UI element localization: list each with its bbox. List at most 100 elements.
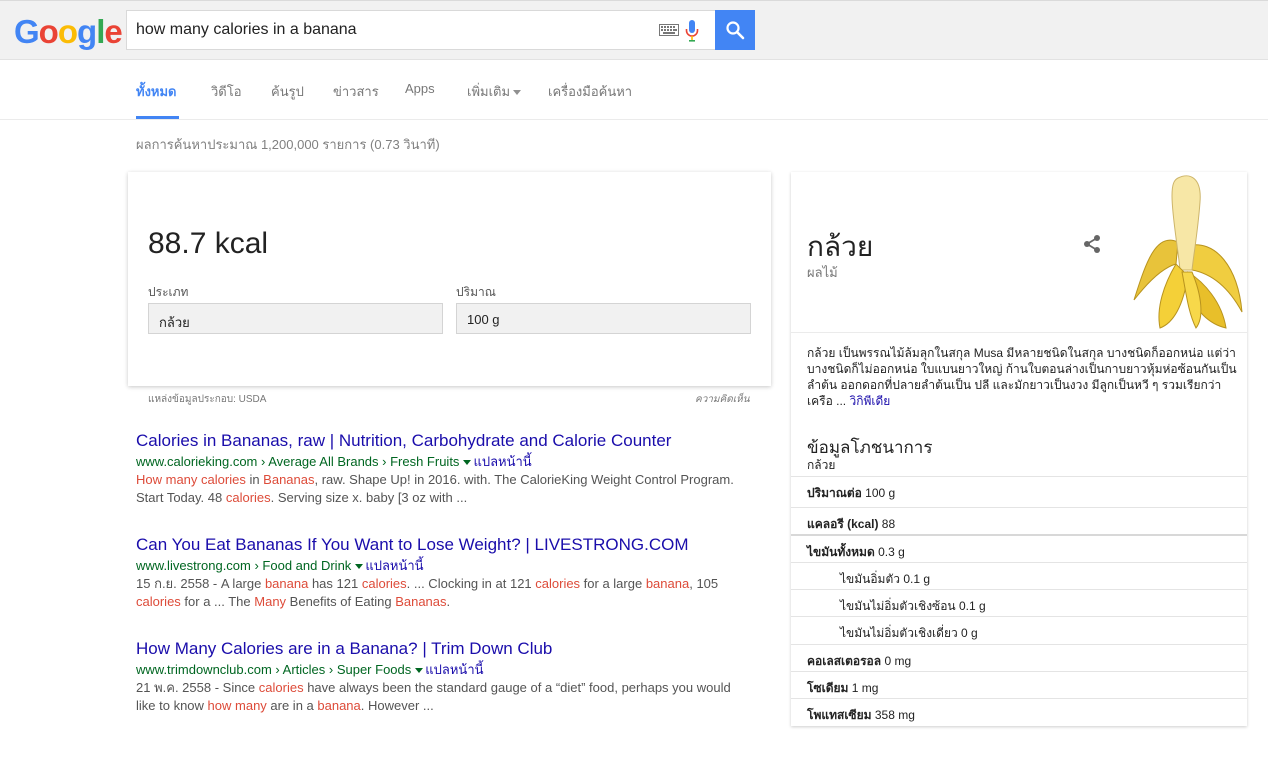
logo-letter: G: [14, 13, 40, 50]
snippet-highlight: calories: [535, 576, 581, 591]
snippet-text: has 121: [308, 576, 362, 591]
tab-more-label: เพิ่มเติม: [467, 84, 511, 99]
nutrition-label: ปริมาณต่อ: [807, 486, 862, 500]
amount-label: ปริมาณ: [456, 285, 496, 299]
snippet-highlight: how many: [207, 698, 267, 713]
knowledge-panel: กล้วย ผลไม้ กล้วย เป็นพรรณไม้ล้มลุกในสกุ…: [791, 172, 1247, 726]
nutrition-row: แคลอรี (kcal) 88: [791, 507, 1247, 534]
amount-input[interactable]: 100 g: [456, 303, 751, 334]
result-url-text: www.calorieking.com › Average All Brands…: [136, 454, 460, 469]
nutrition-label: โพแทสเซียม: [807, 708, 872, 722]
type-select[interactable]: กล้วย: [148, 303, 443, 334]
nutrition-value: 100 g: [861, 486, 896, 500]
snippet-highlight: calories: [136, 594, 181, 609]
caret-down-icon: [513, 90, 522, 96]
google-logo[interactable]: Google: [14, 13, 123, 51]
search-icon: [726, 21, 745, 40]
search-result: Calories in Bananas, raw | Nutrition, Ca…: [136, 431, 746, 507]
caret-down-icon[interactable]: [355, 564, 364, 570]
divider: [791, 332, 1247, 333]
result-snippet: 21 พ.ค. 2558 - Since calories have alway…: [136, 679, 746, 715]
active-tab-indicator: [136, 116, 179, 119]
snippet-highlight: How many calories: [136, 472, 246, 487]
snippet-highlight: calories: [258, 680, 304, 695]
nutrition-label: โซเดียม: [807, 681, 849, 695]
nutrition-row: คอเลสเตอรอล 0 mg: [791, 644, 1247, 671]
snippet-text: . ... Clocking in at 121: [406, 576, 536, 591]
snippet-highlight: banana: [645, 576, 690, 591]
nutrition-value: 0 g: [957, 626, 978, 640]
snippet-text: . However ...: [360, 698, 434, 713]
snippet-text: are in a: [266, 698, 318, 713]
share-icon[interactable]: [1082, 234, 1102, 254]
tab-news[interactable]: ข่าวสาร: [333, 81, 379, 102]
feedback-link[interactable]: ความคิดเห็น: [695, 392, 750, 407]
nutrition-value: 0.1 g: [955, 599, 986, 613]
snippet-highlight: calories: [361, 576, 407, 591]
tab-more[interactable]: เพิ่มเติม: [467, 81, 522, 102]
wikipedia-link[interactable]: วิกิพีเดีย: [849, 394, 890, 408]
nutrition-row: ไขมันไม่อิ่มตัวเชิงซ้อน 0.1 g: [791, 589, 1247, 616]
nutrition-value: 0 mg: [881, 654, 912, 668]
search-box[interactable]: [126, 10, 716, 50]
result-title-link[interactable]: How Many Calories are in a Banana? | Tri…: [136, 639, 746, 659]
snippet-text: , 105: [689, 576, 719, 591]
caret-down-icon[interactable]: [463, 460, 472, 466]
nutrition-row: โพแทสเซียม 358 mg: [791, 698, 1247, 725]
kp-subtitle: ผลไม้: [807, 265, 838, 280]
result-url: www.livestrong.com › Food and Drink แปลหน…: [136, 557, 746, 575]
snippet-text: .: [446, 594, 451, 609]
nutrition-value: 358 mg: [871, 708, 915, 722]
nutrition-subtitle: กล้วย: [807, 458, 836, 472]
tab-all[interactable]: ทั้งหมด: [136, 81, 177, 102]
logo-letter: o: [38, 13, 59, 50]
search-result: How Many Calories are in a Banana? | Tri…: [136, 639, 746, 715]
search-button[interactable]: [715, 10, 755, 50]
nutrition-label: คอเลสเตอรอล: [807, 654, 882, 668]
result-url: www.trimdownclub.com › Articles › Super …: [136, 661, 746, 679]
tab-videos[interactable]: วิดีโอ: [211, 81, 242, 102]
search-input[interactable]: [136, 11, 646, 49]
nutrition-label: ไขมันไม่อิ่มตัวเชิงซ้อน: [840, 599, 956, 613]
nutrition-label: ไขมันทั้งหมด: [807, 545, 875, 559]
translate-link[interactable]: แปลหน้านี้: [473, 454, 531, 469]
nutrition-label: แคลอรี (kcal): [807, 517, 879, 531]
tab-search-tools[interactable]: เครื่องมือค้นหา: [548, 81, 632, 102]
logo-letter: g: [77, 13, 97, 50]
tab-apps[interactable]: Apps: [405, 81, 435, 96]
keyboard-icon[interactable]: [659, 24, 679, 36]
logo-letter: e: [104, 13, 122, 50]
result-stats: ผลการค้นหาประมาณ 1,200,000 รายการ (0.73 …: [136, 137, 440, 152]
result-url-text: www.livestrong.com › Food and Drink: [136, 558, 352, 573]
search-result: Can You Eat Bananas If You Want to Lose …: [136, 535, 746, 611]
search-tabs: ทั้งหมด วิดีโอ ค้นรูป ข่าวสาร Apps เพิ่ม…: [0, 60, 1268, 120]
snippet-highlight: Bananas: [263, 472, 315, 487]
tab-images[interactable]: ค้นรูป: [271, 81, 304, 102]
translate-link[interactable]: แปลหน้านี้: [425, 662, 483, 677]
logo-letter: l: [96, 13, 105, 50]
snippet-text: in: [245, 472, 264, 487]
banana-image[interactable]: [1126, 172, 1247, 332]
nutrition-row: ไขมันทั้งหมด 0.3 g: [791, 534, 1247, 561]
snippet-text: . Serving size x. baby [3 oz with ...: [270, 490, 468, 505]
nutrition-value: 0.1 g: [900, 572, 931, 586]
nutrition-value: 1 mg: [848, 681, 879, 695]
result-snippet: How many calories in Bananas, raw. Shape…: [136, 471, 746, 507]
result-title-link[interactable]: Can You Eat Bananas If You Want to Lose …: [136, 535, 746, 555]
snippet-text: for a ... The: [180, 594, 255, 609]
logo-letter: o: [57, 13, 78, 50]
nutrition-row: ไขมันอิ่มตัว 0.1 g: [791, 562, 1247, 589]
snippet-text: Benefits of Eating: [286, 594, 396, 609]
snippet-highlight: calories: [225, 490, 271, 505]
nutrition-row: ไขมันไม่อิ่มตัวเชิงเดี่ยว 0 g: [791, 616, 1247, 643]
microphone-icon[interactable]: [685, 20, 699, 42]
nutrition-value: 88: [878, 517, 896, 531]
calorie-calculator-card: 88.7 kcal ประเภท กล้วย ปริมาณ 100 g: [128, 172, 771, 386]
caret-down-icon[interactable]: [415, 668, 424, 674]
translate-link[interactable]: แปลหน้านี้: [365, 558, 423, 573]
nutrition-row: ปริมาณต่อ 100 g: [791, 476, 1247, 503]
nutrition-label: ไขมันอิ่มตัว: [840, 572, 900, 586]
result-title-link[interactable]: Calories in Bananas, raw | Nutrition, Ca…: [136, 431, 746, 451]
source-note: แหล่งข้อมูลประกอบ: USDA: [148, 394, 267, 405]
result-url: www.calorieking.com › Average All Brands…: [136, 453, 746, 471]
